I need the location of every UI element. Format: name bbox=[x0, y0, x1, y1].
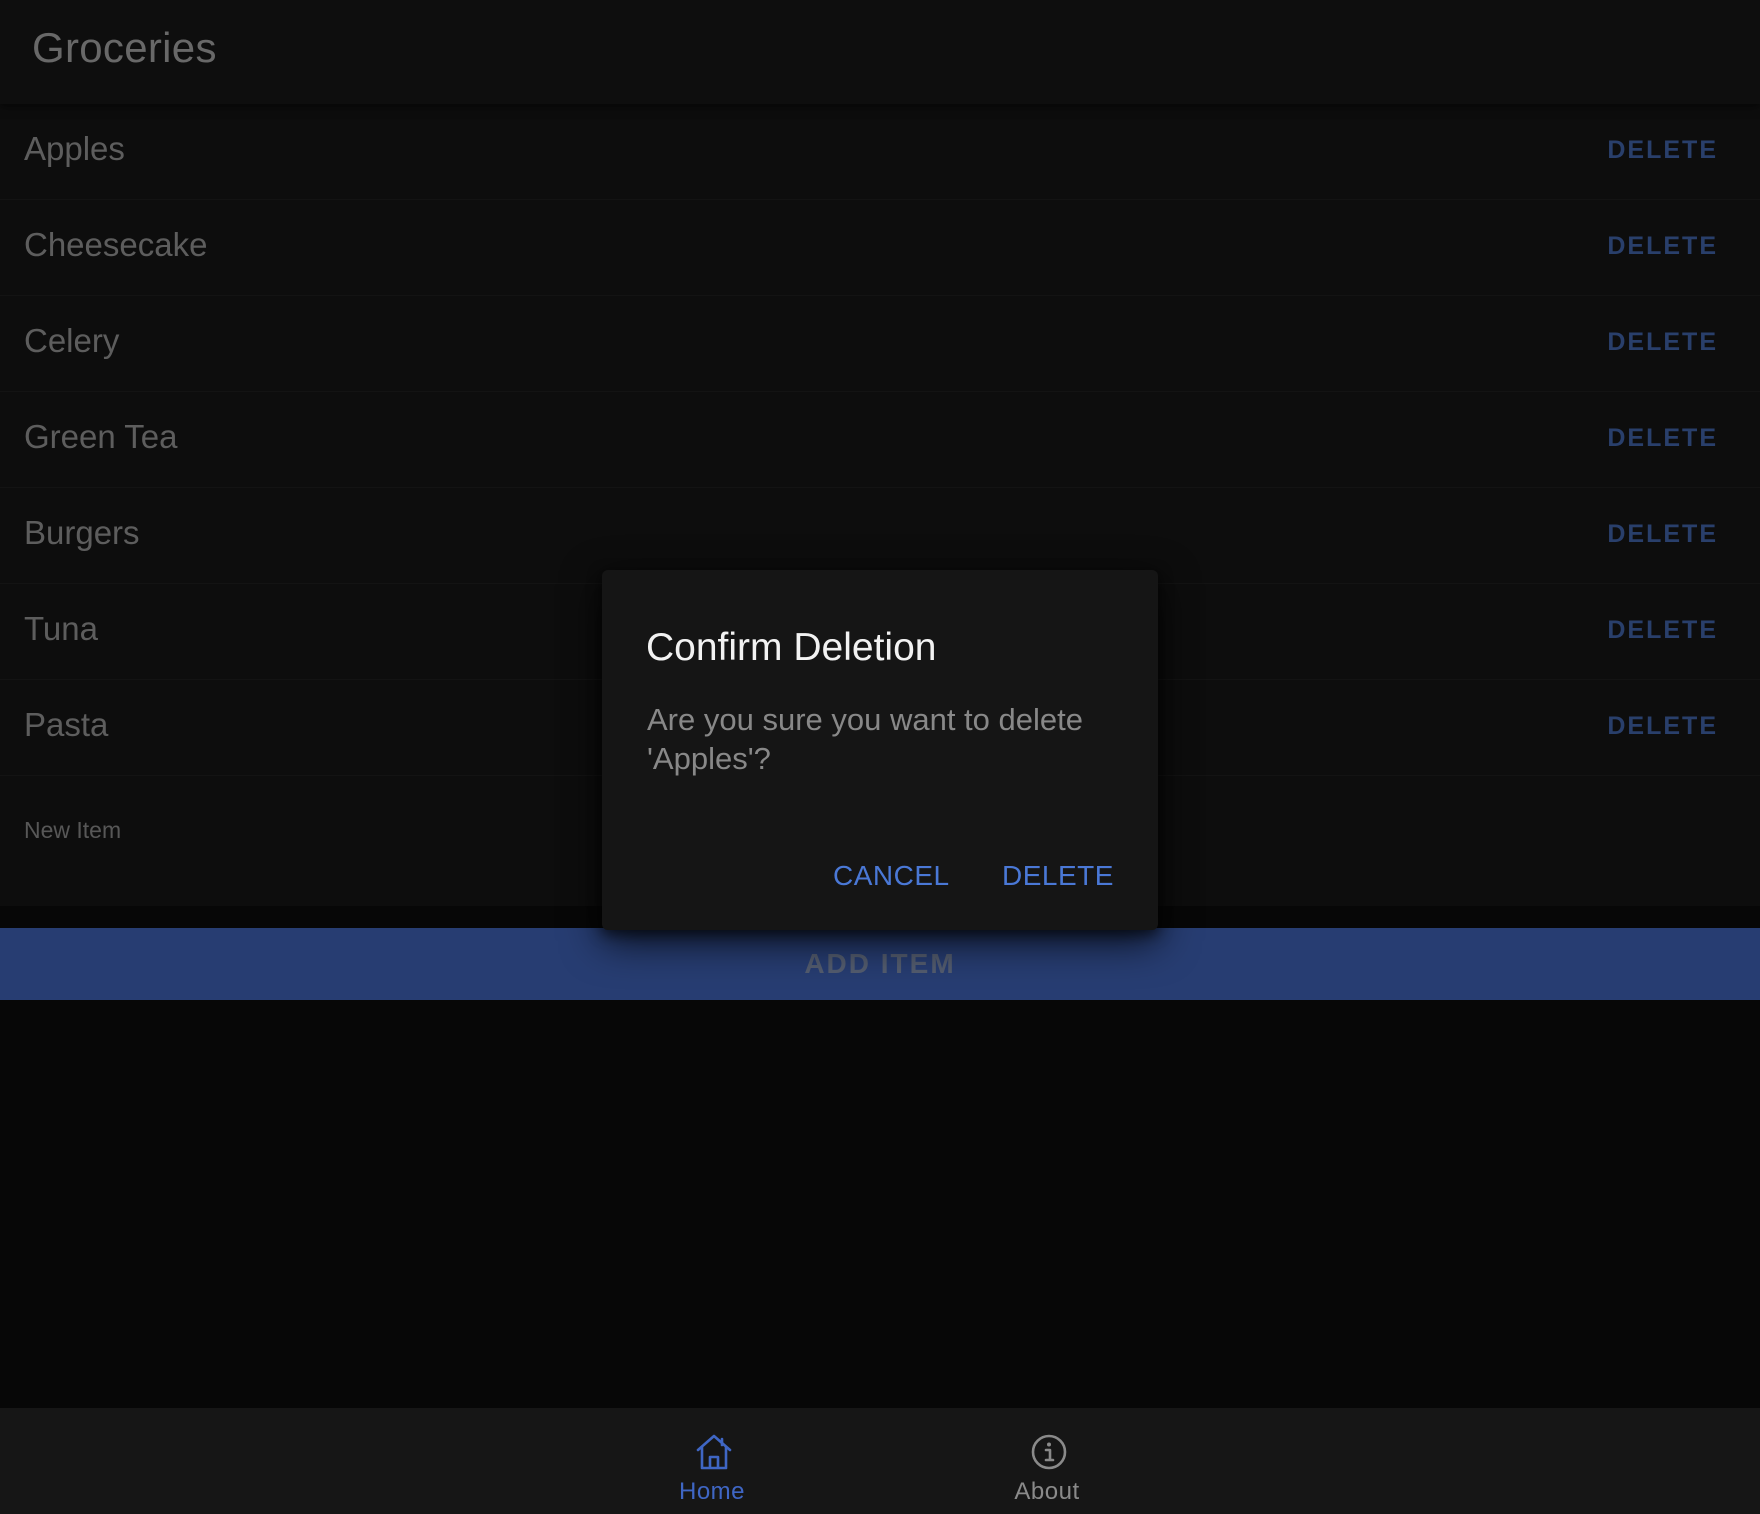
tab-home[interactable]: Home bbox=[642, 1408, 782, 1514]
app-root: Groceries Apples DELETE Cheesecake DELET… bbox=[0, 0, 1760, 1514]
tab-about[interactable]: About bbox=[977, 1408, 1117, 1514]
tab-home-label: Home bbox=[678, 1478, 746, 1505]
tab-about-label: About bbox=[1014, 1478, 1080, 1505]
confirm-delete-button[interactable]: DELETE bbox=[1002, 860, 1114, 892]
bottom-tab-bar: Home About bbox=[0, 1408, 1760, 1514]
cancel-button[interactable]: CANCEL bbox=[833, 860, 950, 892]
dialog-message: Are you sure you want to delete 'Apples'… bbox=[647, 702, 1083, 776]
home-icon bbox=[696, 1434, 732, 1470]
info-icon bbox=[1031, 1434, 1067, 1470]
dialog-title: Confirm Deletion bbox=[646, 626, 937, 669]
confirm-dialog: Confirm Deletion Are you sure you want t… bbox=[602, 570, 1158, 930]
